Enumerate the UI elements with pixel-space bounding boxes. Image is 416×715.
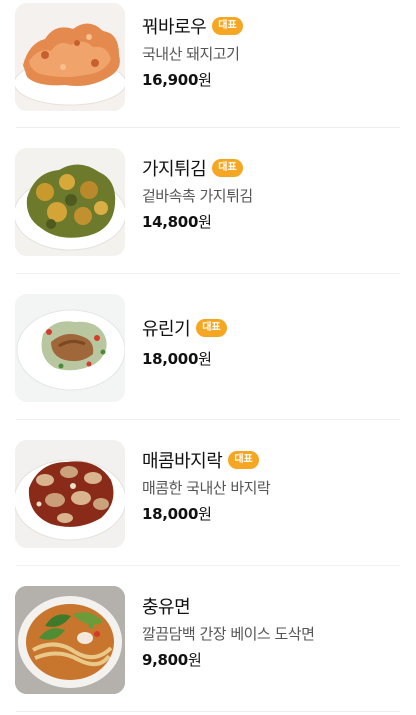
price-currency: 원 xyxy=(198,505,212,523)
menu-item-price: 16,900원 xyxy=(142,69,400,91)
menu-item-name-row: 충유면 xyxy=(142,592,400,620)
price-currency: 원 xyxy=(198,71,212,89)
price-value: 18,000 xyxy=(142,505,199,523)
menu-item-description: 매콤한 국내산 바지락 xyxy=(142,479,271,497)
price-value: 16,900 xyxy=(142,71,199,89)
menu-item-description: 국내산 돼지고기 xyxy=(142,45,240,63)
price-currency: 원 xyxy=(198,350,212,368)
menu-item-price: 18,000원 xyxy=(142,348,400,370)
menu-item-name: 꿔바로우 xyxy=(142,17,207,38)
signature-badge: 대표 xyxy=(212,17,243,35)
menu-item-info: 매콤바지락 대표 매콤한 국내산 바지락 18,000원 xyxy=(142,446,400,525)
menu-item-name-row: 매콤바지락 대표 xyxy=(142,446,400,474)
fried-pork-dish-icon xyxy=(15,3,125,111)
price-currency: 원 xyxy=(198,213,212,231)
menu-item-maekom-bajirak[interactable]: 매콤바지락 대표 매콤한 국내산 바지락 18,000원 xyxy=(0,420,416,566)
menu-item-price: 9,800원 xyxy=(142,649,400,671)
menu-item-name-row: 유린기 대표 xyxy=(142,314,400,342)
menu-item-yuringi[interactable]: 유린기 대표 18,000원 xyxy=(0,274,416,420)
menu-list: 꿔바로우 대표 국내산 돼지고기 16,900원 가지튀김 대표 겉바속촉 가지… xyxy=(0,0,416,712)
fried-chicken-salad-dish-icon xyxy=(15,294,125,402)
menu-item-image[interactable] xyxy=(15,294,125,402)
menu-item-price: 14,800원 xyxy=(142,211,400,233)
menu-item-info: 꿔바로우 대표 국내산 돼지고기 16,900원 xyxy=(142,12,400,91)
menu-item-name-row: 가지튀김 대표 xyxy=(142,154,400,182)
menu-item-info: 충유면 깔끔담백 간장 베이스 도삭면 9,800원 xyxy=(142,592,400,671)
price-currency: 원 xyxy=(187,651,202,669)
menu-item-image[interactable] xyxy=(15,148,125,256)
fried-eggplant-dish-icon xyxy=(15,148,125,256)
signature-badge: 대표 xyxy=(228,451,259,469)
menu-item-image[interactable] xyxy=(15,3,125,111)
price-value: 9,800 xyxy=(142,651,188,669)
menu-item-gaji-twigim[interactable]: 가지튀김 대표 겉바속촉 가지튀김 14,800원 xyxy=(0,128,416,274)
menu-item-price: 18,000원 xyxy=(142,503,400,525)
menu-item-info: 유린기 대표 18,000원 xyxy=(142,314,400,370)
menu-item-description: 겉바속촉 가지튀김 xyxy=(142,187,253,205)
menu-item-image[interactable] xyxy=(15,586,125,694)
divider xyxy=(16,711,400,712)
menu-item-name: 충유면 xyxy=(142,597,191,618)
price-value: 14,800 xyxy=(142,213,199,231)
menu-item-chungyumyeon[interactable]: 충유면 깔끔담백 간장 베이스 도삭면 9,800원 xyxy=(0,566,416,712)
menu-item-name: 매콤바지락 xyxy=(142,451,223,472)
noodle-soup-bowl-icon xyxy=(15,586,125,694)
menu-item-image[interactable] xyxy=(15,440,125,548)
menu-item-description: 깔끔담백 간장 베이스 도삭면 xyxy=(142,625,315,643)
menu-item-info: 가지튀김 대표 겉바속촉 가지튀김 14,800원 xyxy=(142,154,400,233)
menu-item-name: 유린기 xyxy=(142,319,191,340)
signature-badge: 대표 xyxy=(196,319,227,337)
menu-item-name: 가지튀김 xyxy=(142,159,207,180)
price-value: 18,000 xyxy=(142,350,199,368)
menu-item-name-row: 꿔바로우 대표 xyxy=(142,12,400,40)
signature-badge: 대표 xyxy=(212,159,243,177)
menu-item-kkwobarou[interactable]: 꿔바로우 대표 국내산 돼지고기 16,900원 xyxy=(0,0,416,128)
spicy-clam-dish-icon xyxy=(15,440,125,548)
